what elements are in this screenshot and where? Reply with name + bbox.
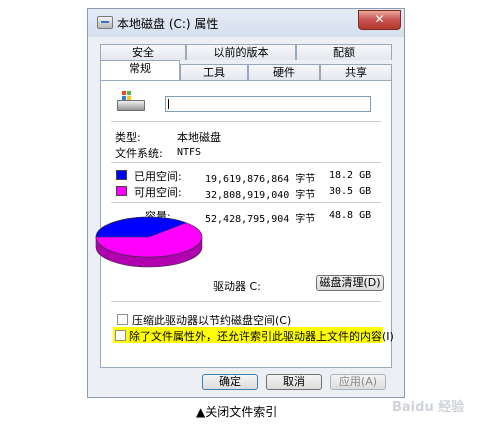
separator	[111, 202, 381, 203]
window-title: 本地磁盘 (C:) 属性	[117, 17, 219, 31]
free-space-label: 可用空间:	[134, 186, 182, 199]
used-space-swatch	[116, 170, 127, 180]
ok-button[interactable]: 确定	[202, 374, 258, 390]
file-system-value: NTFS	[177, 147, 202, 158]
capacity-bytes: 52,428,795,904 字节	[205, 214, 316, 225]
free-space-swatch	[116, 186, 127, 196]
compress-label[interactable]: 压缩此驱动器以节约磁盘空间(C)	[132, 312, 291, 328]
disk-cleanup-button[interactable]: 磁盘清理(D)	[316, 275, 384, 291]
drive-icon	[97, 16, 113, 29]
tab-quota[interactable]: 配额	[296, 44, 392, 60]
drive-label: 驱动器 C:	[213, 280, 261, 293]
cancel-button[interactable]: 取消	[266, 374, 322, 390]
tab-sharing[interactable]: 共享	[320, 64, 392, 80]
image-caption: ▲关闭文件索引	[196, 405, 278, 419]
hard-drive-icon	[117, 91, 145, 113]
watermark-logo: Baidu 经验	[392, 400, 465, 415]
text-cursor	[168, 99, 169, 109]
free-space-bytes: 32,808,919,040 字节	[205, 190, 316, 201]
separator	[111, 121, 381, 122]
drive-name-input[interactable]	[165, 96, 371, 112]
type-value: 本地磁盘	[177, 131, 221, 144]
tab-security[interactable]: 安全	[100, 44, 186, 60]
type-label: 类型:	[115, 131, 141, 144]
used-space-size: 18.2 GB	[329, 170, 372, 181]
separator	[111, 162, 381, 163]
used-space-label: 已用空间:	[134, 170, 182, 183]
title-bar[interactable]: 本地磁盘 (C:) 属性 ✕	[88, 9, 404, 37]
separator	[111, 301, 381, 302]
compress-checkbox[interactable]	[117, 314, 128, 325]
disk-usage-pie-chart	[95, 216, 203, 268]
tab-general[interactable]: 常规	[100, 60, 180, 80]
apply-button[interactable]: 应用(A)	[330, 374, 386, 390]
tab-previous-versions[interactable]: 以前的版本	[186, 44, 296, 60]
index-checkbox[interactable]	[115, 330, 126, 341]
file-system-label: 文件系统:	[115, 147, 163, 160]
capacity-size: 48.8 GB	[329, 210, 372, 221]
close-button[interactable]: ✕	[358, 10, 401, 30]
free-space-size: 30.5 GB	[329, 186, 372, 197]
tab-tools[interactable]: 工具	[180, 64, 248, 80]
index-label[interactable]: 除了文件属性外，还允许索引此驱动器上文件的内容(I)	[129, 328, 394, 344]
tab-hardware[interactable]: 硬件	[248, 64, 320, 80]
used-space-bytes: 19,619,876,864 字节	[205, 174, 316, 185]
